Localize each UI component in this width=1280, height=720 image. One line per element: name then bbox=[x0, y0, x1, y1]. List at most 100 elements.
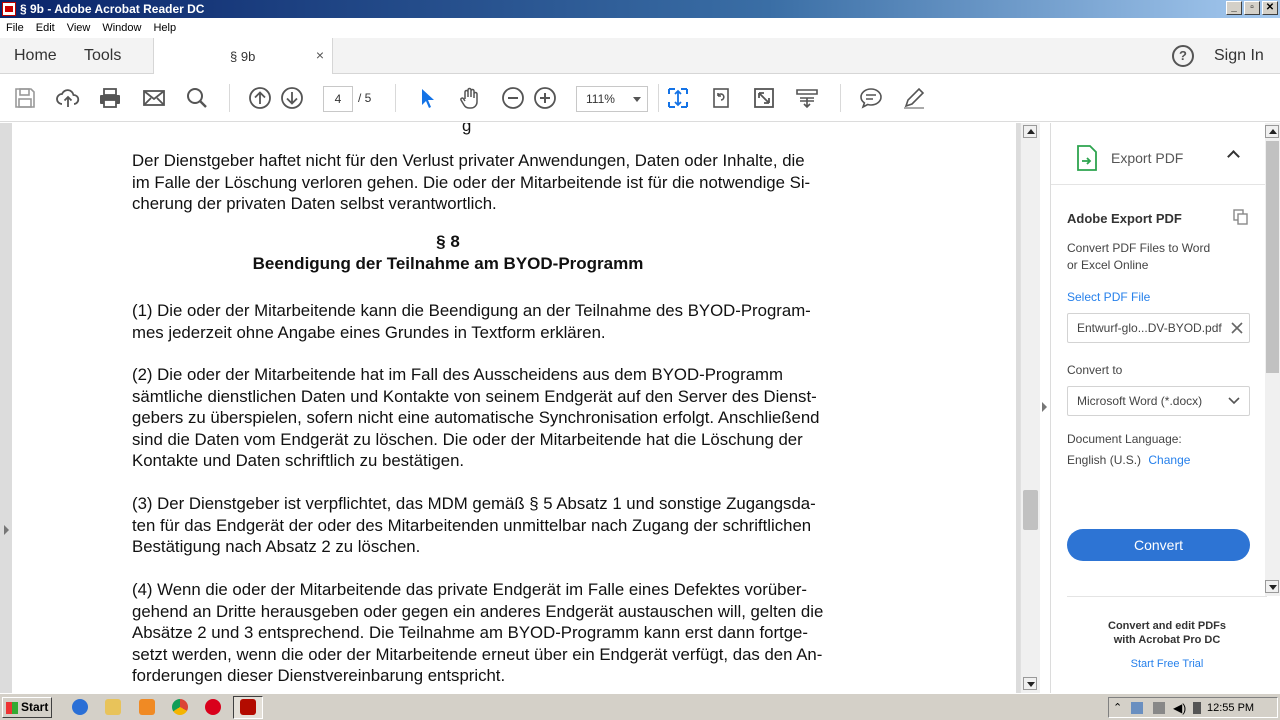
ie-icon[interactable] bbox=[72, 699, 88, 715]
page-down-icon[interactable] bbox=[280, 86, 304, 110]
close-tab-icon[interactable]: × bbox=[316, 47, 324, 63]
windows-flag-icon bbox=[6, 702, 18, 714]
copy-icon[interactable] bbox=[1233, 209, 1249, 225]
selected-file-field[interactable]: Entwurf-glo...DV-BYOD.pdf bbox=[1067, 313, 1250, 343]
export-title: Adobe Export PDF bbox=[1067, 211, 1182, 226]
zoom-out-icon[interactable] bbox=[501, 86, 525, 110]
acrobat-app-icon bbox=[2, 2, 16, 16]
save-icon[interactable] bbox=[13, 86, 37, 110]
upload-icon[interactable] bbox=[56, 86, 80, 110]
help-icon[interactable]: ? bbox=[1172, 45, 1194, 67]
language-row: English (U.S.) Change bbox=[1067, 453, 1190, 467]
change-language-link[interactable]: Change bbox=[1148, 453, 1190, 467]
page-up-icon[interactable] bbox=[248, 86, 272, 110]
convert-to-label: Convert to bbox=[1067, 363, 1123, 377]
scroll-up-icon[interactable] bbox=[1023, 125, 1037, 138]
start-button[interactable]: Start bbox=[2, 697, 52, 718]
clear-file-icon[interactable] bbox=[1231, 322, 1243, 334]
minimize-button[interactable]: _ bbox=[1226, 1, 1242, 15]
right-panel-toggle-icon[interactable] bbox=[1042, 402, 1047, 412]
start-trial-link[interactable]: Start Free Trial bbox=[1067, 658, 1267, 670]
convert-to-value: Microsoft Word (*.docx) bbox=[1077, 394, 1203, 408]
volume-icon[interactable]: ◀) bbox=[1173, 701, 1186, 715]
acrobat-icon bbox=[240, 699, 256, 715]
chevron-down-icon bbox=[633, 97, 641, 102]
toolbar-divider bbox=[840, 84, 841, 112]
export-description: Convert PDF Files to Word or Excel Onlin… bbox=[1067, 241, 1211, 272]
toolbar-divider bbox=[229, 84, 230, 112]
menu-edit[interactable]: Edit bbox=[30, 22, 61, 34]
partial-line-text: g bbox=[462, 123, 472, 135]
menu-window[interactable]: Window bbox=[96, 22, 147, 34]
language-value: English (U.S.) bbox=[1067, 453, 1142, 467]
page-total: / 5 bbox=[358, 91, 372, 105]
start-label: Start bbox=[21, 700, 49, 714]
paragraph-4: (4) Wenn die oder der Mitarbeitende das … bbox=[132, 580, 824, 685]
restore-button[interactable]: ▫ bbox=[1244, 1, 1260, 15]
panel-scroll-up-icon[interactable] bbox=[1265, 125, 1279, 138]
zoom-value: 111% bbox=[586, 92, 615, 106]
power-icon[interactable] bbox=[1193, 702, 1201, 714]
convert-button[interactable]: Convert bbox=[1067, 529, 1250, 561]
select-pdf-label[interactable]: Select PDF File bbox=[1067, 290, 1150, 304]
panel-scroll-down-icon[interactable] bbox=[1265, 580, 1279, 593]
tray-expand-icon[interactable]: ⌃ bbox=[1113, 701, 1122, 714]
main-toolbar: 4 / 5 111% bbox=[0, 74, 1280, 122]
export-pdf-header-label: Export PDF bbox=[1111, 150, 1184, 166]
chevron-up-icon[interactable] bbox=[1227, 150, 1240, 163]
export-pdf-header[interactable]: Export PDF bbox=[1051, 123, 1266, 185]
tab-document-label: § 9b bbox=[230, 49, 256, 64]
section-number: § 8 bbox=[436, 232, 460, 251]
fit-page-icon[interactable] bbox=[666, 86, 690, 110]
window-titlebar: § 9b - Adobe Acrobat Reader DC _ ▫ ✕ bbox=[0, 0, 1280, 18]
tab-bar: Home Tools § 9b × ? Sign In bbox=[0, 38, 1280, 75]
left-panel-toggle-icon[interactable] bbox=[4, 525, 9, 535]
convert-to-select[interactable]: Microsoft Word (*.docx) bbox=[1067, 386, 1250, 416]
document-scrollbar[interactable] bbox=[1020, 123, 1040, 693]
sign-pen-icon[interactable] bbox=[902, 86, 926, 110]
taskbar: Start ⌃ ◀) 12:55 PM bbox=[0, 693, 1280, 720]
acrobat-task-button[interactable] bbox=[233, 696, 263, 719]
zoom-in-icon[interactable] bbox=[533, 86, 557, 110]
paragraph-1: (1) Die oder der Mitarbeitende kann die … bbox=[132, 301, 811, 342]
menu-help[interactable]: Help bbox=[147, 22, 182, 34]
tab-tools[interactable]: Tools bbox=[84, 38, 121, 74]
fullscreen-icon[interactable] bbox=[752, 86, 776, 110]
select-icon[interactable] bbox=[415, 86, 439, 110]
print-icon[interactable] bbox=[98, 86, 122, 110]
network-icon[interactable] bbox=[1131, 702, 1143, 714]
opera-icon[interactable] bbox=[205, 699, 221, 715]
folder-icon[interactable] bbox=[105, 699, 121, 715]
tab-home[interactable]: Home bbox=[14, 38, 57, 74]
pdf-page: g Der Dienstgeber haftet nicht für den V… bbox=[12, 123, 1016, 693]
rotate-icon[interactable] bbox=[709, 86, 733, 110]
media-player-icon[interactable] bbox=[139, 699, 155, 715]
window-title: § 9b - Adobe Acrobat Reader DC bbox=[20, 2, 205, 16]
export-pdf-panel: Export PDF Adobe Export PDF Convert PDF … bbox=[1050, 123, 1280, 693]
sign-in-button[interactable]: Sign In bbox=[1214, 38, 1264, 74]
zoom-select[interactable]: 111% bbox=[576, 86, 648, 112]
window-controls: _ ▫ ✕ bbox=[1226, 1, 1278, 15]
search-icon[interactable] bbox=[185, 86, 209, 110]
scroll-down-icon[interactable] bbox=[1023, 677, 1037, 690]
comment-icon[interactable] bbox=[859, 86, 883, 110]
display-icon[interactable] bbox=[1153, 702, 1165, 714]
panel-scroll-thumb[interactable] bbox=[1266, 141, 1279, 373]
mail-icon[interactable] bbox=[142, 86, 166, 110]
chrome-icon[interactable] bbox=[172, 699, 188, 715]
hand-icon[interactable] bbox=[458, 86, 482, 110]
system-tray: ⌃ ◀) 12:55 PM bbox=[1108, 697, 1278, 718]
document-viewport[interactable]: g Der Dienstgeber haftet nicht für den V… bbox=[0, 123, 1020, 693]
paragraph-3: (3) Der Dienstgeber ist verpflichtet, da… bbox=[132, 494, 816, 556]
page-number-input[interactable]: 4 bbox=[323, 86, 353, 112]
scroll-mode-icon[interactable] bbox=[795, 86, 819, 110]
menu-file[interactable]: File bbox=[0, 22, 30, 34]
scroll-thumb[interactable] bbox=[1023, 490, 1038, 530]
menu-view[interactable]: View bbox=[61, 22, 97, 34]
close-window-button[interactable]: ✕ bbox=[1262, 1, 1278, 15]
panel-scrollbar[interactable] bbox=[1265, 123, 1280, 596]
menu-bar: File Edit View Window Help bbox=[0, 18, 1280, 38]
clock: 12:55 PM bbox=[1207, 702, 1255, 714]
tab-document[interactable]: § 9b × bbox=[153, 38, 333, 75]
section-title: Beendigung der Teilnahme am BYOD-Program… bbox=[252, 254, 644, 273]
